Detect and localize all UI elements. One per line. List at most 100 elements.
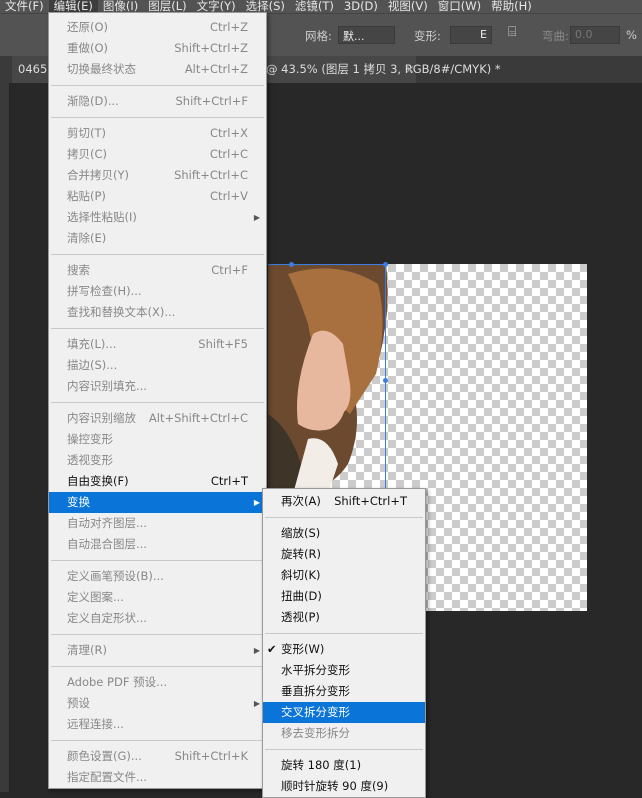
menu-item-label: 水平拆分变形 xyxy=(281,663,350,677)
menu-item-label: 变换 xyxy=(67,495,90,509)
menu-item-label: 顺时针旋转 90 度(9) xyxy=(281,779,389,793)
menu-item-label: 移去变形拆分 xyxy=(281,726,350,740)
menu-item[interactable]: 拷贝(C) Ctrl+C xyxy=(49,144,266,165)
menu-separator xyxy=(49,249,266,260)
menu-item[interactable]: 描边(S)... xyxy=(49,355,266,376)
menu-item[interactable]: 再次(A) Shift+Ctrl+T xyxy=(263,491,425,512)
menu-item[interactable]: 透视变形 xyxy=(49,450,266,471)
menu-item[interactable]: 定义自定形状... xyxy=(49,608,266,629)
menu-6[interactable]: 滤镜(T) xyxy=(290,0,339,13)
menu-separator xyxy=(263,512,425,523)
bend-input[interactable]: 0.0 xyxy=(570,26,620,44)
menu-item[interactable]: 查找和替换文本(X)... xyxy=(49,302,266,323)
menu-item[interactable]: 清除(E) xyxy=(49,228,266,249)
warp-select[interactable]: E xyxy=(450,26,492,44)
transform-handle[interactable] xyxy=(383,378,388,383)
menu-10[interactable]: 帮助(H) xyxy=(486,0,537,13)
menu-item[interactable]: 旋转 180 度(1) xyxy=(263,755,425,776)
warp-label: 变形: xyxy=(414,29,441,43)
menu-item[interactable]: 定义画笔预设(B)... xyxy=(49,566,266,587)
menu-item-label: 透视变形 xyxy=(67,453,113,467)
menu-0[interactable]: 文件(F) xyxy=(0,0,49,13)
menu-item[interactable]: 定义图案... xyxy=(49,587,266,608)
menu-item[interactable]: 选择性粘贴(I) ▶ xyxy=(49,207,266,228)
menu-separator xyxy=(49,397,266,408)
menu-item[interactable]: 拼写检查(H)... xyxy=(49,281,266,302)
menu-item[interactable]: 重做(O) Shift+Ctrl+Z xyxy=(49,38,266,59)
menu-item[interactable]: 操控变形 xyxy=(49,429,266,450)
tools-panel xyxy=(0,83,10,792)
menu-item[interactable]: 自由变换(F) Ctrl+T xyxy=(49,471,266,492)
menu-item[interactable]: 顺时针旋转 90 度(9) xyxy=(263,776,425,797)
menu-item[interactable]: 水平拆分变形 xyxy=(263,660,425,681)
menu-separator xyxy=(263,744,425,755)
bend-unit: % xyxy=(626,28,637,42)
menu-item-label: 粘贴(P) xyxy=(67,189,106,203)
menu-item[interactable]: 切换最终状态 Alt+Ctrl+Z xyxy=(49,59,266,80)
menu-item[interactable]: 清理(R) ▶ xyxy=(49,640,266,661)
menu-8[interactable]: 视图(V) xyxy=(383,0,433,13)
menu-item-label: 清理(R) xyxy=(67,643,107,657)
menu-item[interactable]: 内容识别填充... xyxy=(49,376,266,397)
menu-item[interactable]: 自动对齐图层... xyxy=(49,513,266,534)
menu-item-label: 渐隐(D)... xyxy=(67,94,119,108)
menu-item[interactable]: 旋转(R) xyxy=(263,544,425,565)
menu-item[interactable]: 颜色设置(G)... Shift+Ctrl+K xyxy=(49,746,266,767)
submenu-arrow-icon: ▶ xyxy=(253,213,260,222)
menu-item[interactable]: 斜切(K) xyxy=(263,565,425,586)
menu-item[interactable]: 扭曲(D) xyxy=(263,586,425,607)
menu-item-label: 再次(A) xyxy=(281,494,321,508)
menu-item[interactable]: 预设 ▶ xyxy=(49,693,266,714)
menu-item-label: 搜索 xyxy=(67,263,90,277)
transform-handle[interactable] xyxy=(289,262,294,267)
menu-item-label: 自动对齐图层... xyxy=(67,516,147,530)
menu-item[interactable]: 变形(W) ✔ xyxy=(263,639,425,660)
menu-item[interactable]: Adobe PDF 预设... xyxy=(49,672,266,693)
menu-item[interactable]: 内容识别缩放 Alt+Shift+Ctrl+C xyxy=(49,408,266,429)
menu-item-label: 还原(O) xyxy=(67,20,109,34)
menu-item[interactable]: 剪切(T) Ctrl+X xyxy=(49,123,266,144)
menu-item[interactable]: 合并拷贝(Y) Shift+Ctrl+C xyxy=(49,165,266,186)
menu-item-label: 指定配置文件... xyxy=(67,770,147,784)
transform-handle[interactable] xyxy=(383,262,388,267)
tab-title-left: 0465 xyxy=(18,62,48,76)
submenu-arrow-icon: ▶ xyxy=(253,646,260,655)
grid-select[interactable]: 默... xyxy=(338,26,395,44)
menu-item[interactable]: 移去变形拆分 xyxy=(263,723,425,744)
menu-item[interactable]: 粘贴(P) Ctrl+V xyxy=(49,186,266,207)
warp-orientation-icon[interactable]: ⌸ xyxy=(508,24,516,40)
menu-separator xyxy=(49,323,266,334)
menu-item-label: 内容识别填充... xyxy=(67,379,147,393)
edit-menu: 还原(O) Ctrl+Z 重做(O) Shift+Ctrl+Z 切换最终状态 Alt+Ct… xyxy=(48,12,267,789)
menu-item-shortcut: Ctrl+T xyxy=(210,474,248,488)
menu-item-label: 交叉拆分变形 xyxy=(281,705,350,719)
menu-item[interactable]: 远程连接... xyxy=(49,714,266,735)
menu-item[interactable]: 搜索 Ctrl+F xyxy=(49,260,266,281)
menu-item[interactable]: 渐隐(D)... Shift+Ctrl+F xyxy=(49,91,266,112)
menu-item-shortcut: Shift+Ctrl+Z xyxy=(174,41,248,55)
submenu-arrow-icon: ▶ xyxy=(253,498,260,507)
menu-item-label: 填充(L)... xyxy=(67,337,117,351)
menu-item[interactable]: 还原(O) Ctrl+Z xyxy=(49,17,266,38)
menu-7[interactable]: 3D(D) xyxy=(339,0,383,13)
menu-item[interactable]: 垂直拆分变形 xyxy=(263,681,425,702)
menu-item[interactable]: 缩放(S) xyxy=(263,523,425,544)
menu-item[interactable]: 填充(L)... Shift+F5 xyxy=(49,334,266,355)
menu-item-shortcut: Shift+F5 xyxy=(198,337,248,351)
menu-item[interactable]: 指定配置文件... xyxy=(49,767,266,788)
menu-9[interactable]: 窗口(W) xyxy=(433,0,486,13)
menu-item[interactable]: 交叉拆分变形 xyxy=(263,702,425,723)
portrait-image xyxy=(268,264,388,494)
menu-item-shortcut: Shift+Ctrl+K xyxy=(174,749,248,763)
menu-item[interactable]: 透视(P) xyxy=(263,607,425,628)
menu-item-label: 旋转(R) xyxy=(281,547,321,561)
menu-item-label: 内容识别缩放 xyxy=(67,411,136,425)
menu-item-label: Adobe PDF 预设... xyxy=(67,675,168,689)
menu-item[interactable]: 自动混合图层... xyxy=(49,534,266,555)
menu-item-label: 剪切(T) xyxy=(67,126,106,140)
menu-item-shortcut: Ctrl+Z xyxy=(210,20,248,34)
close-tab-icon[interactable]: × xyxy=(405,56,415,83)
menu-item[interactable]: 变换 ▶ xyxy=(49,492,266,513)
transform-bounding-right xyxy=(385,264,386,490)
menu-item-label: 缩放(S) xyxy=(281,526,321,540)
